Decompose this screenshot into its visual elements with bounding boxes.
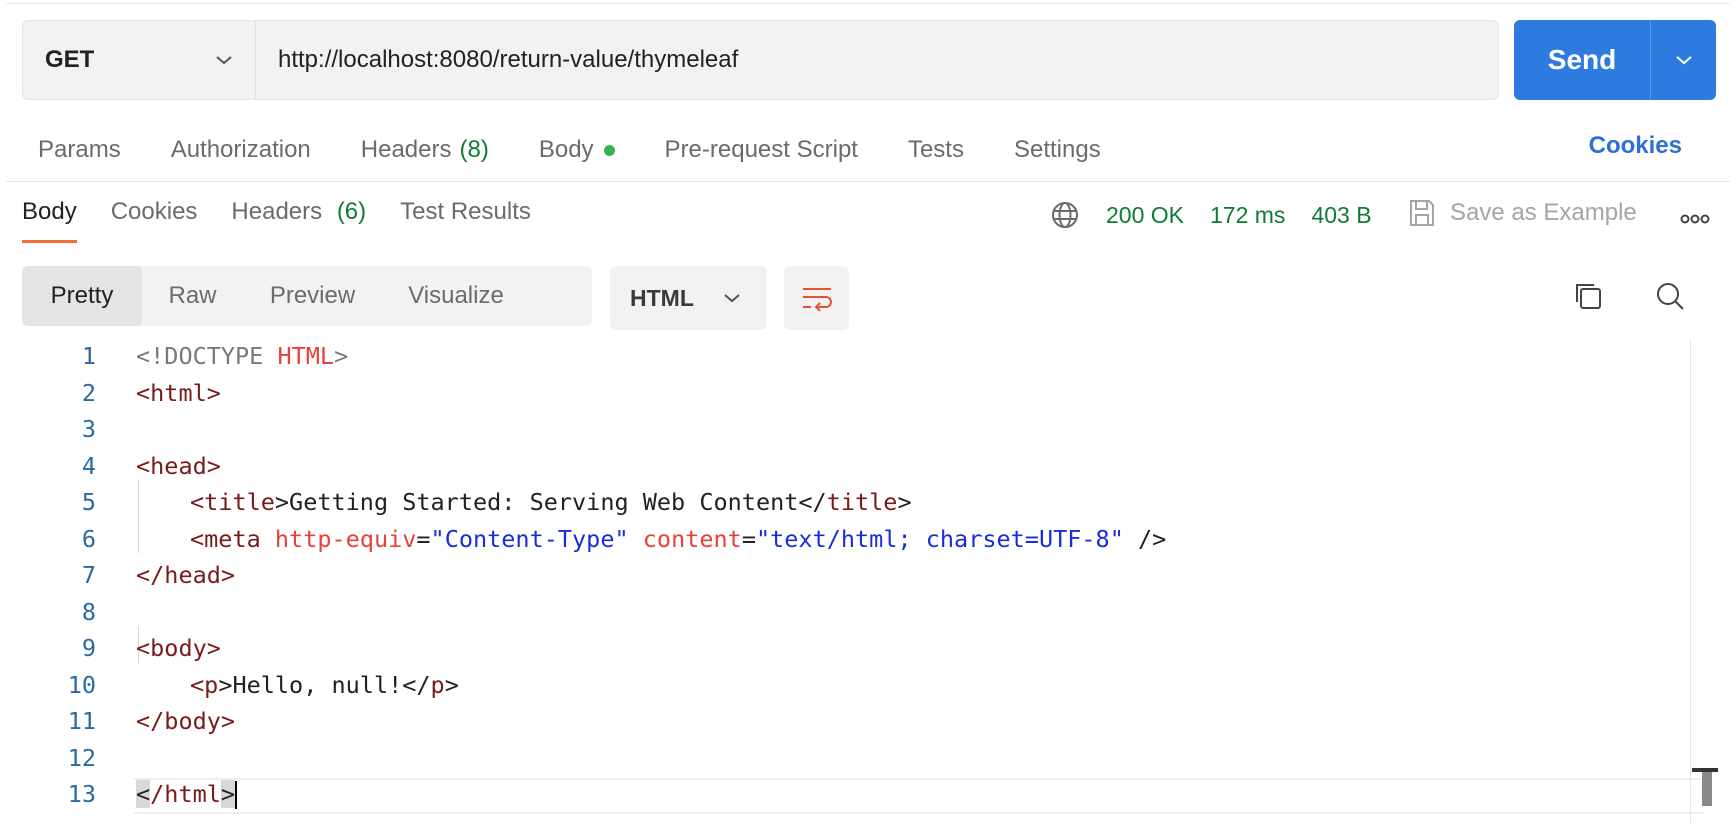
line-number: 2 [81, 378, 96, 407]
tab-response-body[interactable]: Body [22, 198, 77, 243]
tab-label: Headers [360, 136, 452, 163]
line-number: 10 [67, 670, 96, 699]
format-pretty[interactable]: Pretty [22, 266, 142, 326]
save-label: Save as Example [1450, 199, 1637, 226]
code-text: <body> [136, 634, 221, 663]
window-top-edge [6, 0, 1730, 4]
language-label: HTML [630, 284, 694, 311]
code-line: 7 </head> [0, 557, 1690, 594]
send-button[interactable]: Send [1514, 20, 1650, 100]
code-line: 13 </html> [0, 776, 1690, 813]
tab-settings[interactable]: Settings [1014, 136, 1101, 164]
code-text: <p>Hello, null!</p> [190, 670, 459, 699]
chevron-down-icon [1675, 56, 1692, 65]
globe-icon[interactable] [1050, 200, 1080, 230]
line-number: 1 [81, 342, 96, 371]
tab-test-results[interactable]: Test Results [400, 198, 531, 243]
tab-label: Headers [231, 198, 323, 225]
tab-label: Params [38, 136, 121, 163]
code-line: 10 <p>Hello, null!</p> [0, 667, 1690, 704]
response-headers-count: (6) [336, 198, 367, 225]
tab-response-headers[interactable]: Headers (6) [231, 198, 366, 243]
status-code[interactable]: 200 OK [1106, 202, 1184, 229]
code-line: 5 <title>Getting Started: Serving Web Co… [0, 484, 1690, 521]
url-text: http://localhost:8080/return-value/thyme… [278, 46, 739, 73]
cookies-link[interactable]: Cookies [1589, 132, 1682, 160]
format-preview[interactable]: Preview [243, 266, 382, 326]
code-line: 9 <body> [0, 630, 1690, 667]
format-raw[interactable]: Raw [142, 266, 243, 326]
code-line: 4 <head> [0, 448, 1690, 485]
language-select[interactable]: HTML [610, 266, 767, 330]
tab-label: Authorization [170, 136, 311, 163]
chevron-down-icon [216, 56, 232, 65]
send-options-button[interactable] [1651, 20, 1716, 100]
line-number: 3 [81, 415, 96, 444]
tab-tests[interactable]: Tests [908, 136, 964, 164]
response-time[interactable]: 172 ms [1210, 202, 1285, 229]
body-indicator-dot [603, 144, 615, 156]
copy-icon[interactable] [1572, 280, 1604, 317]
code-text: <meta http-equiv="Content-Type" content=… [190, 524, 1167, 553]
line-number: 9 [81, 634, 96, 663]
code-line: 8 [0, 594, 1690, 631]
wrap-lines-icon [802, 288, 832, 312]
request-tabs: Params Authorization Headers (8) Body Pre… [38, 128, 1151, 172]
wrap-lines-button[interactable] [784, 266, 849, 330]
line-number: 4 [81, 451, 96, 480]
code-text: </head> [136, 561, 236, 590]
code-line: 2 <html> [0, 375, 1690, 412]
tab-label: Settings [1013, 136, 1101, 163]
line-number: 12 [67, 743, 96, 772]
tab-pre-request-script[interactable]: Pre-request Script [665, 136, 858, 164]
section-divider [6, 181, 1730, 182]
code-text: <head> [136, 451, 221, 480]
line-number: 11 [67, 707, 96, 736]
save-icon [1410, 200, 1434, 226]
method-label: GET [45, 46, 95, 73]
tab-params[interactable]: Params [38, 136, 121, 164]
method-select[interactable]: GET [23, 21, 256, 99]
tab-headers[interactable]: Headers (8) [361, 136, 489, 164]
response-size[interactable]: 403 B [1311, 202, 1371, 229]
code-text: <!DOCTYPE HTML> [136, 342, 349, 371]
response-tabs: Body Cookies Headers (6) Test Results [22, 198, 565, 243]
chevron-down-icon [724, 294, 740, 303]
tab-authorization[interactable]: Authorization [171, 136, 311, 164]
line-number: 6 [81, 524, 96, 553]
code-text: </body> [136, 707, 236, 736]
code-line: 6 <meta http-equiv="Content-Type" conten… [0, 521, 1690, 558]
code-line: 3 [0, 411, 1690, 448]
tab-label: Pre-request Script [664, 136, 858, 163]
code-text: <html> [136, 378, 221, 407]
response-status-bar: 200 OK 172 ms 403 B [1050, 200, 1398, 230]
search-icon[interactable] [1654, 280, 1686, 317]
text-caret [235, 781, 238, 809]
save-as-example-button[interactable]: Save as Example [1408, 198, 1637, 228]
code-text: </html> [136, 779, 238, 809]
tab-response-cookies[interactable]: Cookies [111, 198, 198, 243]
code-line: 12 [0, 740, 1690, 777]
line-number: 5 [81, 488, 96, 517]
code-line: 11 </body> [0, 703, 1690, 740]
request-bar: GET http://localhost:8080/return-value/t… [22, 20, 1499, 100]
editor-scroll-track [1690, 338, 1691, 824]
tab-label: Tests [907, 136, 964, 163]
code-line: 1 <!DOCTYPE HTML> [0, 338, 1690, 375]
tab-body[interactable]: Body [539, 136, 615, 164]
send-button-group: Send [1514, 20, 1716, 100]
editor-scrollbar-thumb[interactable] [1702, 772, 1712, 806]
more-options-icon[interactable] [1680, 212, 1710, 230]
tab-label: Body [538, 136, 594, 163]
line-number: 8 [81, 597, 96, 626]
headers-count: (8) [459, 136, 489, 163]
line-number: 13 [67, 780, 96, 809]
code-text: <title>Getting Started: Serving Web Cont… [190, 488, 912, 517]
format-segmented-control: Pretty Raw Preview Visualize [22, 266, 592, 326]
line-number: 7 [81, 561, 96, 590]
url-input[interactable]: http://localhost:8080/return-value/thyme… [256, 21, 1498, 99]
response-code-editor[interactable]: 1 <!DOCTYPE HTML> 2 <html> 3 4 <head> 5 … [0, 338, 1704, 824]
format-visualize[interactable]: Visualize [382, 266, 530, 326]
